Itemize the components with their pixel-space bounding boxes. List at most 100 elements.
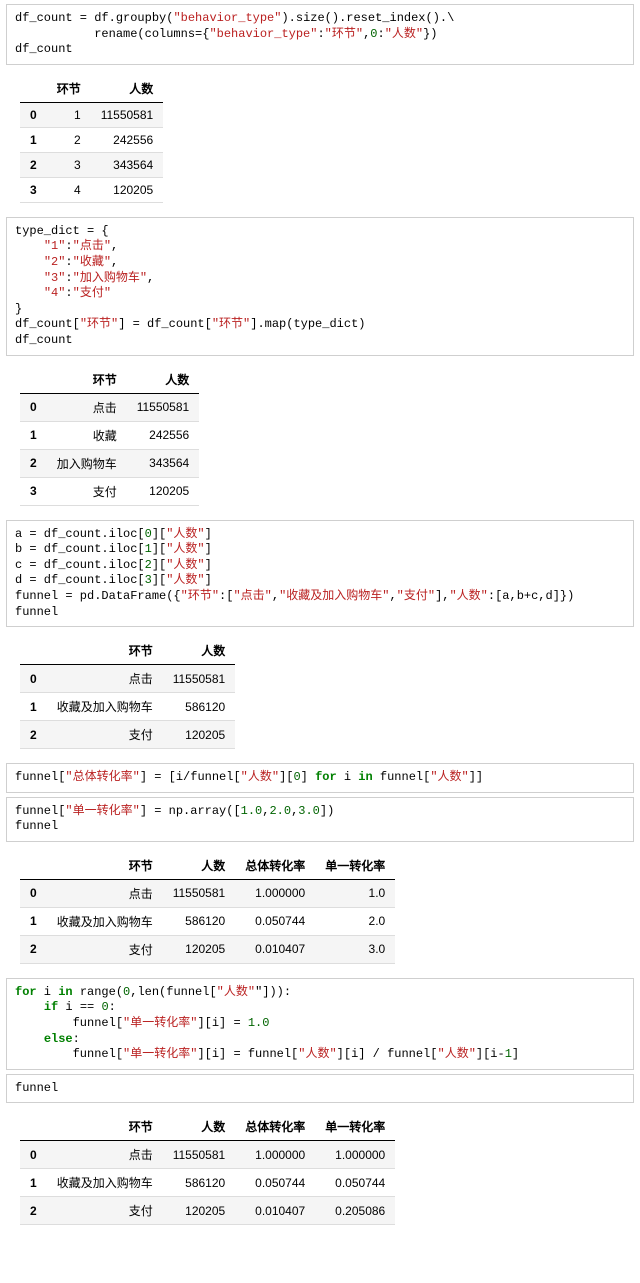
table-cell: 242556 bbox=[127, 421, 200, 449]
code-cell-2: type_dict = { "1":"点击", "2":"收藏", "3":"加… bbox=[6, 217, 634, 356]
code-cell-3: a = df_count.iloc[0]["人数"] b = df_count.… bbox=[6, 520, 634, 628]
code-2: type_dict = { "1":"点击", "2":"收藏", "3":"加… bbox=[15, 224, 625, 349]
table-cell: 0.050744 bbox=[315, 1169, 395, 1197]
table-cell: 收藏及加入购物车 bbox=[47, 907, 163, 935]
table-cell: 2.0 bbox=[315, 907, 395, 935]
table-cell: 1 bbox=[20, 693, 47, 721]
table-cell: 120205 bbox=[91, 177, 164, 202]
table-cell: 1 bbox=[20, 1169, 47, 1197]
table-header bbox=[20, 366, 47, 394]
table-row: 3支付120205 bbox=[20, 477, 199, 505]
output-table-5: 环节人数总体转化率单一转化率0点击115505811.0000001.00000… bbox=[20, 1113, 634, 1225]
table-cell: 1 bbox=[20, 127, 47, 152]
code-4: funnel["总体转化率"] = [i/funnel["人数"][0] for… bbox=[15, 770, 625, 786]
table-cell: 586120 bbox=[163, 907, 236, 935]
table-cell: 11550581 bbox=[163, 1141, 236, 1169]
table-header bbox=[20, 1113, 47, 1141]
table-header: 单一转化率 bbox=[315, 1113, 395, 1141]
table-row: 2加入购物车343564 bbox=[20, 449, 199, 477]
table-cell: 11550581 bbox=[163, 879, 236, 907]
table-cell: 2 bbox=[20, 152, 47, 177]
code-cell-1: df_count = df.groupby("behavior_type").s… bbox=[6, 4, 634, 65]
code-cell-6: for i in range(0,len(funnel["人数""])): if… bbox=[6, 978, 634, 1070]
output-table-2: 环节人数0点击115505811收藏2425562加入购物车3435643支付1… bbox=[20, 366, 634, 506]
table-cell: 点击 bbox=[47, 665, 163, 693]
table-cell: 加入购物车 bbox=[47, 449, 127, 477]
table-row: 0111550581 bbox=[20, 102, 163, 127]
table-header bbox=[20, 852, 47, 880]
table-header: 人数 bbox=[91, 75, 164, 103]
table-cell: 11550581 bbox=[91, 102, 164, 127]
table-cell: 1.000000 bbox=[235, 1141, 315, 1169]
table-cell: 2 bbox=[20, 935, 47, 963]
table-cell: 11550581 bbox=[163, 665, 236, 693]
table-cell: 2 bbox=[47, 127, 91, 152]
table-cell: 支付 bbox=[47, 1197, 163, 1225]
table-cell: 0 bbox=[20, 665, 47, 693]
table-cell: 0 bbox=[20, 879, 47, 907]
table-cell: 0.010407 bbox=[235, 1197, 315, 1225]
table-row: 0点击115505811.0000001.000000 bbox=[20, 1141, 395, 1169]
table-cell: 收藏及加入购物车 bbox=[47, 693, 163, 721]
table-header: 环节 bbox=[47, 637, 163, 665]
table-cell: 0 bbox=[20, 102, 47, 127]
table-cell: 1 bbox=[20, 907, 47, 935]
table-header: 环节 bbox=[47, 852, 163, 880]
table-row: 1收藏及加入购物车586120 bbox=[20, 693, 235, 721]
table-cell: 1 bbox=[47, 102, 91, 127]
table-cell: 支付 bbox=[47, 935, 163, 963]
table-header: 人数 bbox=[163, 637, 236, 665]
table-cell: 343564 bbox=[127, 449, 200, 477]
table-row: 1收藏及加入购物车5861200.0507440.050744 bbox=[20, 1169, 395, 1197]
table-cell: 2 bbox=[20, 721, 47, 749]
table-row: 34120205 bbox=[20, 177, 163, 202]
table-cell: 120205 bbox=[163, 935, 236, 963]
table-cell: 120205 bbox=[127, 477, 200, 505]
table-row: 1收藏及加入购物车5861200.0507442.0 bbox=[20, 907, 395, 935]
table-cell: 0.050744 bbox=[235, 1169, 315, 1197]
code-1: df_count = df.groupby("behavior_type").s… bbox=[15, 11, 625, 58]
table-header: 环节 bbox=[47, 75, 91, 103]
table-row: 0点击11550581 bbox=[20, 665, 235, 693]
table-cell: 1.0 bbox=[315, 879, 395, 907]
table-header bbox=[20, 75, 47, 103]
table-cell: 支付 bbox=[47, 477, 127, 505]
table-header: 人数 bbox=[163, 1113, 236, 1141]
code-cell-5: funnel["单一转化率"] = np.array([1.0,2.0,3.0]… bbox=[6, 797, 634, 842]
table-row: 0点击115505811.0000001.0 bbox=[20, 879, 395, 907]
code-6: for i in range(0,len(funnel["人数""])): if… bbox=[15, 985, 625, 1063]
table-cell: 3 bbox=[47, 152, 91, 177]
table-cell: 收藏 bbox=[47, 421, 127, 449]
code-3: a = df_count.iloc[0]["人数"] b = df_count.… bbox=[15, 527, 625, 621]
output-table-3: 环节人数0点击115505811收藏及加入购物车5861202支付120205 bbox=[20, 637, 634, 749]
table-cell: 2 bbox=[20, 1197, 47, 1225]
table-header: 人数 bbox=[163, 852, 236, 880]
table-row: 12242556 bbox=[20, 127, 163, 152]
table-header: 总体转化率 bbox=[235, 1113, 315, 1141]
table-header: 单一转化率 bbox=[315, 852, 395, 880]
table-cell: 点击 bbox=[47, 393, 127, 421]
table-cell: 242556 bbox=[91, 127, 164, 152]
code-cell-4: funnel["总体转化率"] = [i/funnel["人数"][0] for… bbox=[6, 763, 634, 793]
table-row: 2支付120205 bbox=[20, 721, 235, 749]
table-cell: 120205 bbox=[163, 721, 236, 749]
table-cell: 1 bbox=[20, 421, 47, 449]
output-table-1: 环节人数0111550581122425562334356434120205 bbox=[20, 75, 634, 203]
table-row: 0点击11550581 bbox=[20, 393, 199, 421]
table-cell: 0.050744 bbox=[235, 907, 315, 935]
output-table-4: 环节人数总体转化率单一转化率0点击115505811.0000001.01收藏及… bbox=[20, 852, 634, 964]
table-row: 23343564 bbox=[20, 152, 163, 177]
table-cell: 点击 bbox=[47, 879, 163, 907]
table-cell: 3.0 bbox=[315, 935, 395, 963]
table-cell: 586120 bbox=[163, 1169, 236, 1197]
code-5: funnel["单一转化率"] = np.array([1.0,2.0,3.0]… bbox=[15, 804, 625, 835]
table-cell: 收藏及加入购物车 bbox=[47, 1169, 163, 1197]
table-cell: 支付 bbox=[47, 721, 163, 749]
table-header: 环节 bbox=[47, 366, 127, 394]
table-cell: 3 bbox=[20, 477, 47, 505]
table-cell: 0 bbox=[20, 393, 47, 421]
code-cell-7: funnel bbox=[6, 1074, 634, 1104]
table-cell: 4 bbox=[47, 177, 91, 202]
table-cell: 0 bbox=[20, 1141, 47, 1169]
table-cell: 3 bbox=[20, 177, 47, 202]
